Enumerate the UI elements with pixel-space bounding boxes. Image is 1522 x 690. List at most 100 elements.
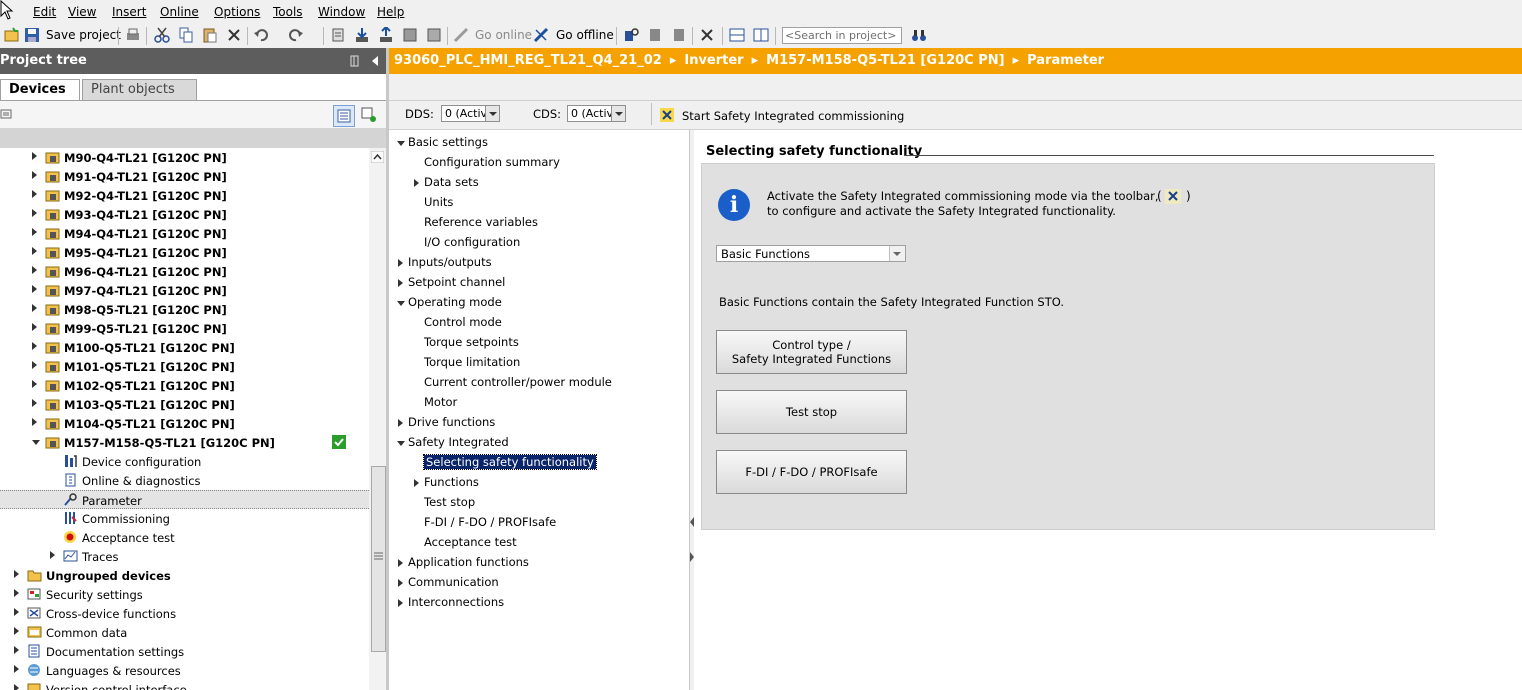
- scroll-up-icon[interactable]: [371, 151, 384, 163]
- nav-item[interactable]: I/O configuration: [424, 235, 520, 253]
- nav-item[interactable]: Operating mode: [397, 295, 502, 313]
- tree-item[interactable]: M92-Q4-TL21 [G120C PN]: [0, 186, 369, 205]
- collapsed-arrow-icon[interactable]: [14, 665, 19, 673]
- tree-item[interactable]: M93-Q4-TL21 [G120C PN]: [0, 205, 369, 224]
- print-icon[interactable]: [125, 27, 141, 43]
- collapsed-arrow-icon[interactable]: [32, 380, 37, 388]
- tree-settings-icon[interactable]: [0, 107, 14, 121]
- start-simulation-icon[interactable]: [402, 27, 418, 43]
- overview-toggle-button[interactable]: [333, 105, 355, 127]
- safety-functions-select[interactable]: Basic Functions: [716, 245, 906, 262]
- collapsed-arrow-icon[interactable]: [32, 209, 37, 217]
- tree-item[interactable]: M101-Q5-TL21 [G120C PN]: [0, 357, 369, 376]
- nav-item[interactable]: Communication: [398, 575, 499, 593]
- tree-item[interactable]: M100-Q5-TL21 [G120C PN]: [0, 338, 369, 357]
- tree-scrollbar[interactable]: [369, 148, 386, 690]
- nav-item[interactable]: Interconnections: [398, 595, 504, 613]
- nav-item[interactable]: Torque limitation: [424, 355, 520, 373]
- menu-help[interactable]: Help: [377, 5, 404, 19]
- tree-item[interactable]: M90-Q4-TL21 [G120C PN]: [0, 148, 369, 167]
- collapsed-arrow-icon[interactable]: [32, 266, 37, 274]
- delete-icon[interactable]: [226, 27, 242, 43]
- nav-item[interactable]: Inputs/outputs: [398, 255, 492, 273]
- undo-icon[interactable]: [253, 27, 269, 43]
- expanded-arrow-icon[interactable]: [397, 301, 405, 306]
- tree-item[interactable]: M157-M158-Q5-TL21 [G120C PN]: [0, 433, 369, 452]
- tree-item[interactable]: Traces: [0, 547, 369, 566]
- tree-item[interactable]: Security settings: [0, 585, 369, 604]
- nav-item[interactable]: Safety Integrated: [397, 435, 509, 453]
- copy-icon[interactable]: [178, 27, 194, 43]
- breadcrumb-item[interactable]: Inverter: [684, 53, 743, 68]
- nav-item[interactable]: Acceptance test: [424, 535, 517, 553]
- tab-devices[interactable]: Devices: [0, 79, 80, 100]
- nav-item[interactable]: Torque setpoints: [424, 335, 519, 353]
- nav-item[interactable]: Test stop: [424, 495, 475, 513]
- tree-item[interactable]: M98-Q5-TL21 [G120C PN]: [0, 300, 369, 319]
- paste-icon[interactable]: [202, 27, 218, 43]
- collapsed-arrow-icon[interactable]: [398, 259, 403, 267]
- go-offline-button[interactable]: Go offline: [556, 28, 614, 42]
- tree-item[interactable]: Cross-device functions: [0, 604, 369, 623]
- menu-tools[interactable]: Tools: [273, 5, 303, 19]
- tree-item[interactable]: Documentation settings: [0, 642, 369, 661]
- collapsed-arrow-icon[interactable]: [414, 179, 419, 187]
- nav-item[interactable]: F-DI / F-DO / PROFIsafe: [424, 515, 556, 533]
- expanded-arrow-icon[interactable]: [397, 141, 405, 146]
- tree-item[interactable]: M97-Q4-TL21 [G120C PN]: [0, 281, 369, 300]
- tab-plant-objects[interactable]: Plant objects: [82, 79, 197, 101]
- cross-reference-icon[interactable]: [699, 27, 715, 43]
- menu-insert[interactable]: Insert: [112, 5, 146, 19]
- nav-item[interactable]: Configuration summary: [424, 155, 560, 173]
- collapsed-arrow-icon[interactable]: [414, 479, 419, 487]
- control-type-button[interactable]: Control type / Safety Integrated Functio…: [716, 330, 907, 374]
- tree-item[interactable]: M103-Q5-TL21 [G120C PN]: [0, 395, 369, 414]
- save-project-button[interactable]: Save project: [46, 28, 121, 42]
- dds-select[interactable]: 0 (Active): [441, 105, 500, 122]
- collapsed-arrow-icon[interactable]: [14, 627, 19, 635]
- expanded-arrow-icon[interactable]: [397, 441, 405, 446]
- tree-item[interactable]: Device configuration: [0, 452, 369, 471]
- collapsed-arrow-icon[interactable]: [50, 551, 55, 559]
- pin-panel-icon[interactable]: [349, 55, 361, 67]
- tree-item[interactable]: M104-Q5-TL21 [G120C PN]: [0, 414, 369, 433]
- network-view-icon[interactable]: [361, 107, 377, 123]
- compile-icon[interactable]: [330, 27, 346, 43]
- go-offline-icon[interactable]: [533, 27, 549, 43]
- collapsed-arrow-icon[interactable]: [32, 304, 37, 312]
- tree-item[interactable]: Commissioning: [0, 509, 369, 528]
- collapsed-arrow-icon[interactable]: [14, 570, 19, 578]
- go-online-button[interactable]: Go online: [475, 28, 532, 42]
- collapsed-arrow-icon[interactable]: [14, 589, 19, 597]
- nav-item[interactable]: Functions: [414, 475, 479, 493]
- tree-item[interactable]: M91-Q4-TL21 [G120C PN]: [0, 167, 369, 186]
- tree-item[interactable]: Parameter: [0, 490, 369, 509]
- breadcrumb-item[interactable]: M157-M158-Q5-TL21 [G120C PN]: [766, 53, 1004, 68]
- breadcrumb-item[interactable]: 93060_PLC_HMI_REG_TL21_Q4_21_02: [394, 53, 662, 68]
- collapsed-arrow-icon[interactable]: [32, 171, 37, 179]
- menu-view[interactable]: View: [68, 5, 96, 19]
- breadcrumb-item[interactable]: Parameter: [1027, 53, 1104, 68]
- collapsed-arrow-icon[interactable]: [14, 608, 19, 616]
- nav-item[interactable]: Reference variables: [424, 215, 538, 233]
- collapse-left-icon[interactable]: [370, 55, 380, 67]
- start-safety-commissioning-button[interactable]: Start Safety Integrated commissioning: [682, 109, 904, 123]
- collapsed-arrow-icon[interactable]: [32, 418, 37, 426]
- redo-icon[interactable]: [288, 27, 304, 43]
- search-input[interactable]: <Search in project>: [782, 27, 902, 44]
- stop-cpu-icon[interactable]: [671, 27, 687, 43]
- collapsed-arrow-icon[interactable]: [14, 646, 19, 654]
- start-cpu-icon[interactable]: [647, 27, 663, 43]
- menu-edit[interactable]: Edit: [33, 5, 56, 19]
- tree-item[interactable]: M99-Q5-TL21 [G120C PN]: [0, 319, 369, 338]
- collapsed-arrow-icon[interactable]: [32, 152, 37, 160]
- collapsed-arrow-icon[interactable]: [32, 342, 37, 350]
- scroll-thumb[interactable]: [371, 466, 386, 652]
- tree-item[interactable]: M102-Q5-TL21 [G120C PN]: [0, 376, 369, 395]
- go-online-icon[interactable]: [453, 27, 469, 43]
- collapsed-arrow-icon[interactable]: [32, 228, 37, 236]
- split-horizontal-icon[interactable]: [729, 27, 745, 43]
- collapsed-arrow-icon[interactable]: [14, 684, 19, 690]
- menu-window[interactable]: Window: [318, 5, 365, 19]
- upload-from-device-icon[interactable]: [378, 27, 394, 43]
